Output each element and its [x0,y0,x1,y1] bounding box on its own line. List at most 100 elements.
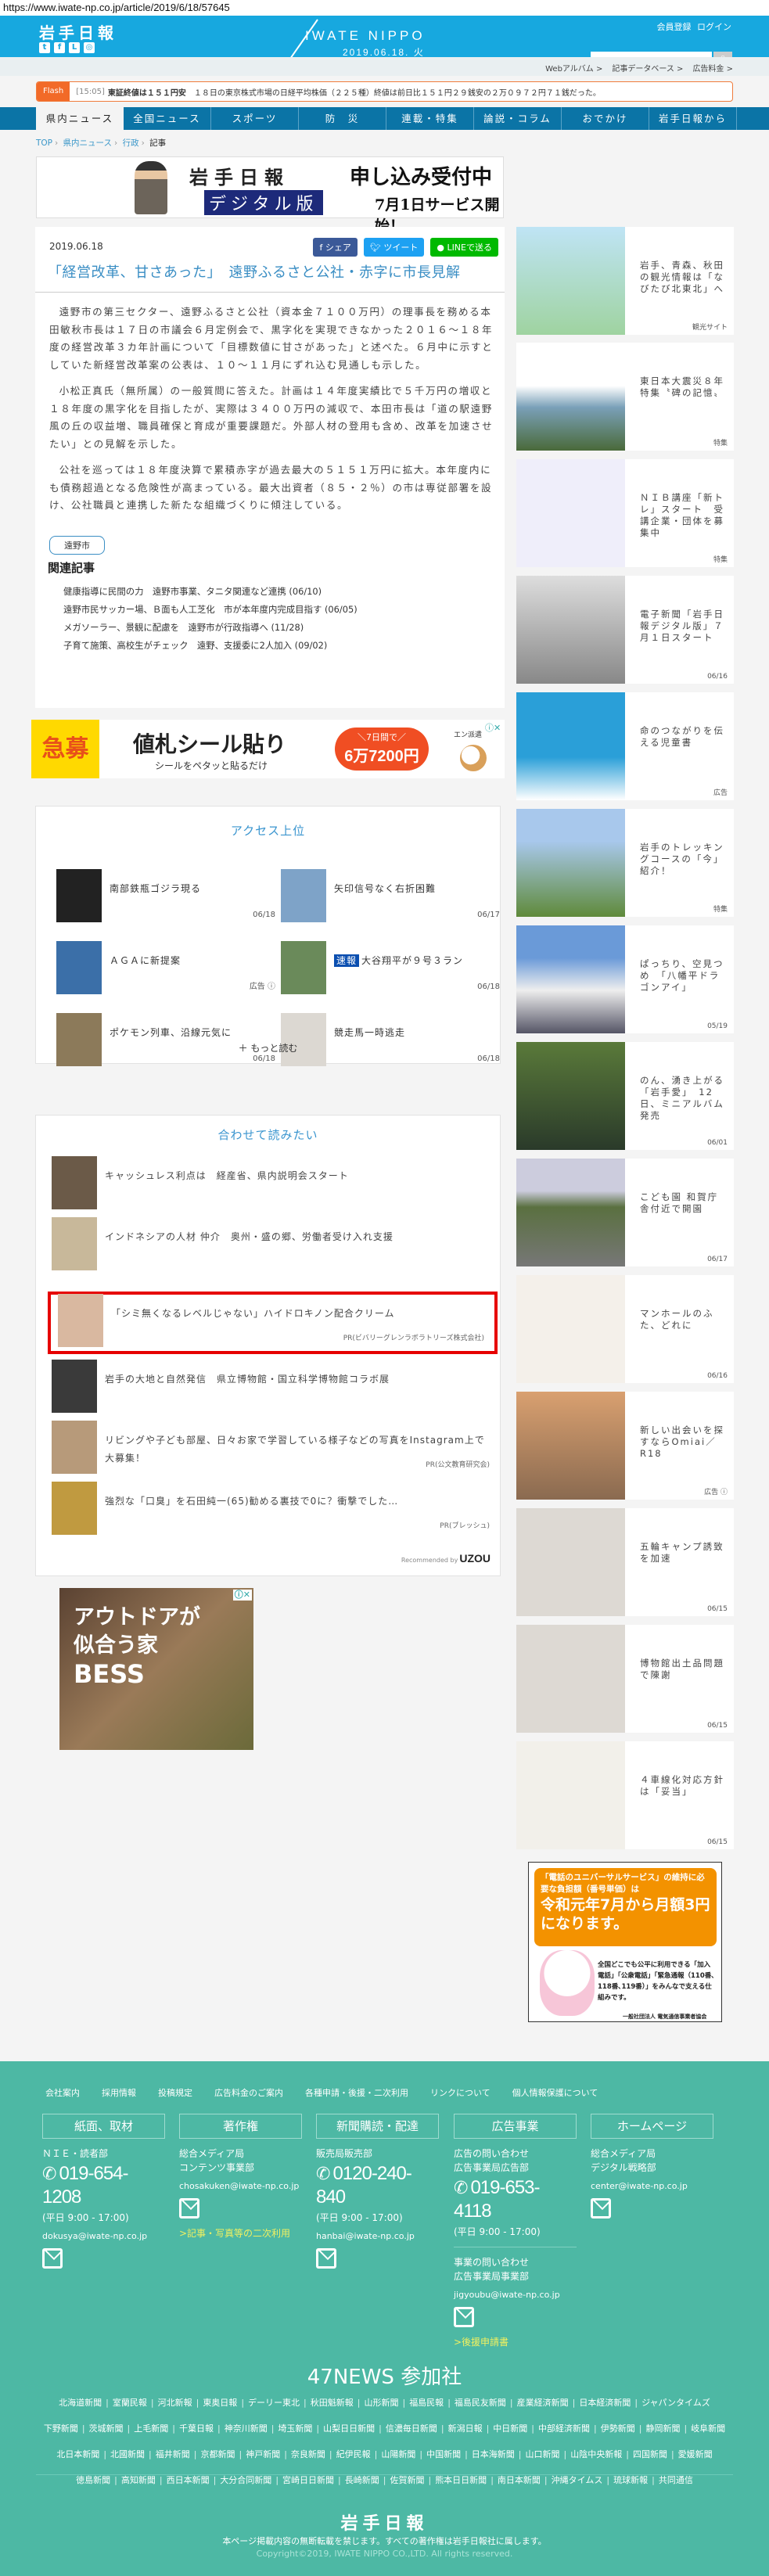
member-paper-link[interactable]: 徳島新聞 [76,2475,110,2485]
access-item[interactable]: 速報 大谷翔平が９号３ラン 06/18 [281,941,500,994]
member-paper-link[interactable]: 琉球新報 [613,2475,648,2485]
line-share-button[interactable]: ● LINEで送る [430,238,498,257]
sidebar-article[interactable]: 命のつながりを伝える児童書 広告 [516,692,734,800]
universal-service-ad[interactable]: 「電話のユニバーサルサービス」の維持に必要な負担額（番号単価）は 令和元年7月か… [528,1862,722,2022]
ad-rates-link[interactable]: 広告料金 > [692,62,733,74]
related-article-link[interactable]: 子育て施策、高校生がチェック 遠野、支援委に2人加入 (09/02) [63,637,358,655]
related-article-link[interactable]: メガソーラー、景観に配慮を 遠野市が行政指導へ (11/28) [63,619,358,637]
member-paper-link[interactable]: 神戸新聞 [246,2449,280,2459]
sidebar-article[interactable]: ＮＩＢ講座「新トレ」スタート 受講企業・団体を募集中 特集 [516,459,734,567]
mail-icon[interactable] [179,2198,199,2219]
sidebar-article[interactable]: 岩手、青森、秋田の観光情報は「なびたび北東北」へ 観光サイト [516,227,734,335]
sidebar-article[interactable]: ぱっちり、空見つめ 「八幡平ドラゴンアイ」 05/19 [516,925,734,1033]
member-paper-link[interactable]: 四国新聞 [633,2449,667,2459]
email-address[interactable]: dokusya@iwate-np.co.jp [42,2229,165,2244]
article-database-link[interactable]: 記事データベース > [612,62,683,74]
related-article-link[interactable]: 遠野市民サッカー場、Ｂ面も人工芝化 市が本年度内完成目指す (06/05) [63,601,358,619]
access-item[interactable]: ポケモン列車、沿線元気に 06/18 [56,1013,275,1066]
access-item[interactable]: 矢印信号なく右折困難 06/17 [281,869,500,922]
phone-number[interactable]: ✆ 019-654-1208 [42,2162,165,2209]
member-paper-link[interactable]: 山形新聞 [364,2398,398,2408]
address-bar[interactable]: https://www.iwate-np.co.jp/article/2019/… [0,0,769,16]
member-paper-link[interactable]: 伊勢新聞 [601,2423,635,2434]
breadcrumb-prefecture-news[interactable]: 県内ニュース [63,138,112,148]
recommended-item[interactable]: インドネシアの人材 仲介 奥州・盛の郷、労働者受け入れ支援 [52,1217,490,1270]
footer-column-heading[interactable]: 広告事業 [454,2114,577,2139]
member-paper-link[interactable]: 山口新聞 [526,2449,560,2459]
member-paper-link[interactable]: 共同通信 [659,2475,693,2485]
sidebar-article[interactable]: 五輪キャンプ誘致を加速 06/15 [516,1508,734,1616]
member-paper-link[interactable]: 秋田魁新報 [311,2398,354,2408]
tab-national-news[interactable]: 全国ニュース [124,107,211,130]
instagram-icon[interactable]: ◎ [84,42,95,53]
sidebar-article[interactable]: 博物館出土品問題で陳謝 06/15 [516,1625,734,1733]
member-paper-link[interactable]: 福島民友新聞 [455,2398,506,2408]
member-paper-link[interactable]: 埼玉新聞 [278,2423,312,2434]
member-paper-link[interactable]: 岐阜新聞 [691,2423,725,2434]
member-paper-link[interactable]: 河北新報 [158,2398,192,2408]
member-paper-link[interactable]: 愛媛新聞 [678,2449,713,2459]
member-paper-link[interactable]: デーリー東北 [248,2398,300,2408]
member-paper-link[interactable]: 北日本新聞 [56,2449,99,2459]
access-item[interactable]: 南部鉄瓶ゴジラ現る 06/18 [56,869,275,922]
breadcrumb-top[interactable]: TOP [36,138,52,148]
member-paper-link[interactable]: ジャパンタイムズ [641,2398,710,2408]
sidebar-article[interactable]: 岩手のトレッキングコースの「今」紹介！ 特集 [516,809,734,917]
member-paper-link[interactable]: 静岡新聞 [645,2423,680,2434]
member-paper-link[interactable]: 山陽新聞 [381,2449,415,2459]
web-album-link[interactable]: Webアルバム > [545,62,602,74]
tab-series[interactable]: 連載・特集 [386,107,474,130]
member-paper-link[interactable]: 日本経済新聞 [579,2398,631,2408]
member-paper-link[interactable]: 高知新聞 [121,2475,156,2485]
sidebar-article[interactable]: 電子新聞「岩手日報デジタル版」７月１日スタート 06/16 [516,576,734,684]
member-paper-link[interactable]: 北海道新聞 [59,2398,102,2408]
register-link[interactable]: 会員登録 [657,22,692,32]
member-paper-link[interactable]: 上毛新聞 [134,2423,168,2434]
footer-link[interactable]: 個人情報保護について [512,2086,598,2099]
mail-icon[interactable] [42,2248,63,2269]
member-paper-link[interactable]: 中部経済新聞 [538,2423,590,2434]
footer-link[interactable]: 会社案内 [45,2086,80,2099]
recommended-item[interactable]: リビングや子ども部屋、日々お家で学習している様子などの写真をInstagram上… [52,1421,490,1474]
sidebar-article[interactable]: 東日本大震災８年特集〝碑の記憶〟 特集 [516,343,734,451]
member-paper-link[interactable]: 福島民報 [409,2398,444,2408]
tab-editorial[interactable]: 論説・コラム [474,107,562,130]
related-article-link[interactable]: 健康指導に民間の力 遠野市事業、タニタ関連など連携 (06/10) [63,583,358,601]
member-paper-link[interactable]: 山陰中央新報 [570,2449,622,2459]
footer-sub-link[interactable]: >記事・写真等の二次利用 [179,2226,302,2240]
member-paper-link[interactable]: 北國新聞 [110,2449,145,2459]
member-paper-link[interactable]: 奈良新聞 [291,2449,325,2459]
bess-ad[interactable]: アウトドアが 似合う家 BESS ⓘ✕ [59,1588,253,1750]
brand-name[interactable]: IWATE NIPPO [305,28,426,44]
member-paper-link[interactable]: 西日本新聞 [167,2475,210,2485]
recommended-item[interactable]: 強烈な「口臭」を石田純一(65)勧める裏技で0に？衝撃でした… PR(ブレッシュ) [52,1482,490,1535]
sidebar-article[interactable]: こども園 和賀庁舎付近で開園 06/17 [516,1159,734,1266]
recommended-item[interactable]: キャッシュレス利点は 経産省、県内説明会スタート [52,1156,490,1209]
member-paper-link[interactable]: 長崎新聞 [345,2475,379,2485]
site-logo[interactable]: 岩手日報 [39,20,117,43]
member-paper-link[interactable]: 茨城新聞 [89,2423,124,2434]
member-paper-link[interactable]: 福井新聞 [156,2449,190,2459]
flash-headline[interactable]: 東証終値は１５１円安 [108,86,186,98]
member-paper-link[interactable]: 産業経済新聞 [517,2398,569,2408]
sidebar-article[interactable]: 新しい出会いを探すならOmiai／R18 広告 ⓘ [516,1392,734,1500]
footer-link[interactable]: 各種申請・後援・二次利用 [305,2086,408,2099]
tab-prefecture-news[interactable]: 県内ニュース [36,107,124,130]
footer-link[interactable]: 広告料金のご案内 [214,2086,283,2099]
member-paper-link[interactable]: 大分合同新聞 [220,2475,271,2485]
digital-edition-banner[interactable]: 岩手日報 デジタル版 申し込み受付中 7月1日サービス開始！ [36,156,504,235]
footer-column-heading[interactable]: 紙面、取材 [42,2114,165,2139]
member-paper-link[interactable]: 神奈川新聞 [225,2423,268,2434]
member-paper-link[interactable]: 京都新聞 [200,2449,235,2459]
member-paper-link[interactable]: 沖縄タイムス [552,2475,603,2485]
tag-tono-city[interactable]: 遠野市 [49,536,105,555]
member-paper-link[interactable]: 東奥日報 [203,2398,237,2408]
footer-link[interactable]: リンクについて [430,2086,491,2099]
email-address[interactable]: hanbai@iwate-np.co.jp [316,2229,439,2244]
member-paper-link[interactable]: 下野新聞 [44,2423,78,2434]
footer-column-heading[interactable]: 著作権 [179,2114,302,2139]
tab-disaster[interactable]: 防 災 [299,107,386,130]
mail-icon[interactable] [316,2248,336,2269]
member-paper-link[interactable]: 中日新聞 [493,2423,527,2434]
member-paper-link[interactable]: 南日本新聞 [498,2475,541,2485]
